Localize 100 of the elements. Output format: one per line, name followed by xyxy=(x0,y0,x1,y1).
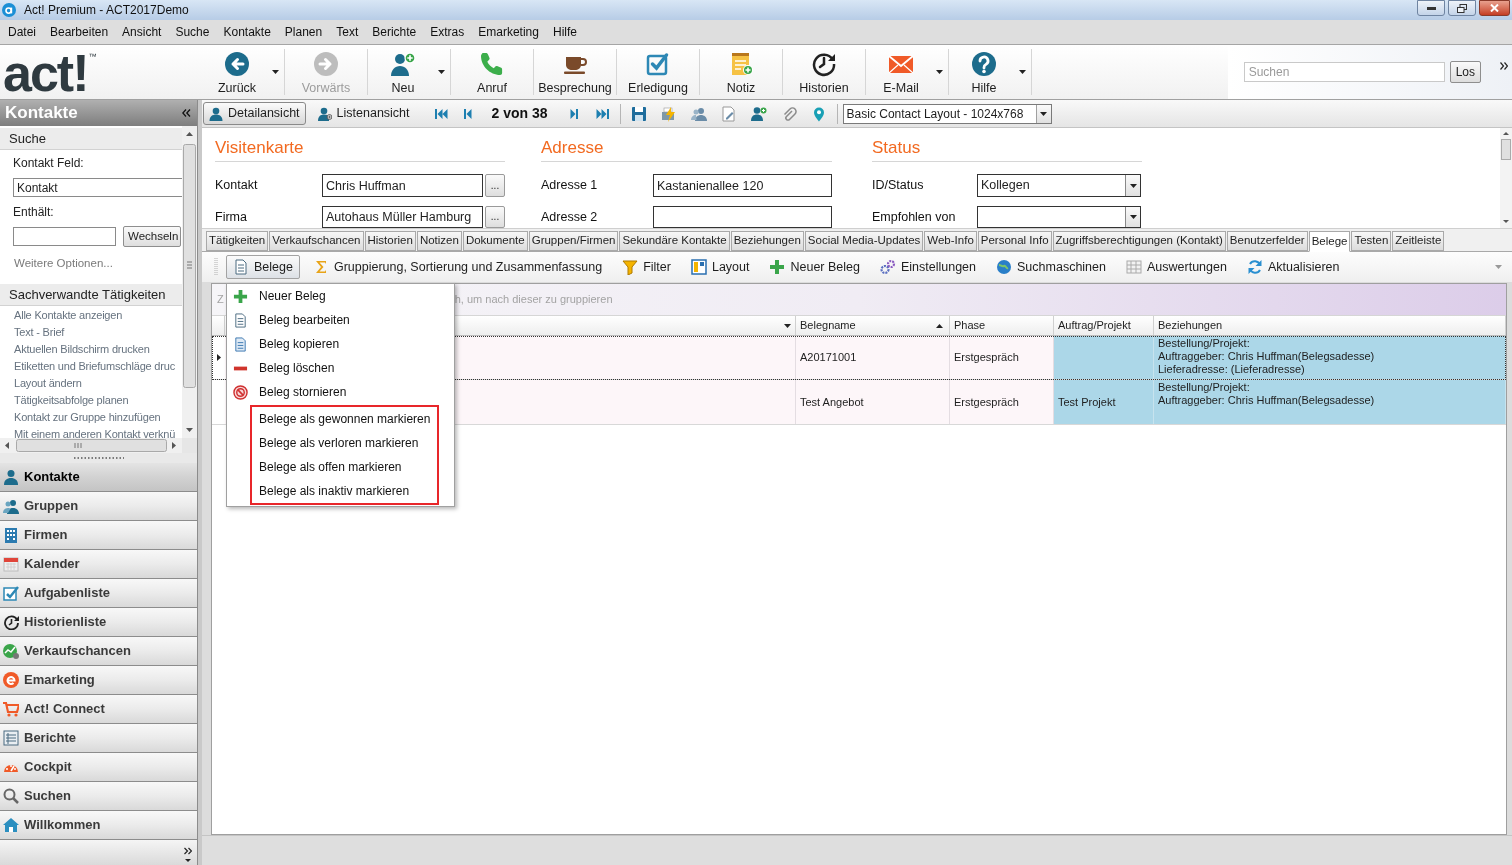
input-field[interactable]: Kontakt xyxy=(13,178,182,197)
menu-item[interactable]: Neuer Beleg xyxy=(227,284,454,308)
menu-item[interactable]: Kontakte xyxy=(216,20,278,44)
menu-item[interactable]: Suche xyxy=(168,20,217,44)
tab[interactable]: Historien xyxy=(364,231,416,251)
text-field[interactable]: Kastanienallee 120 xyxy=(653,174,832,197)
menu-item[interactable]: Belege als verloren markieren xyxy=(252,431,423,455)
menu-item[interactable]: Text xyxy=(329,20,366,44)
toolbar-button[interactable]: Notiz xyxy=(700,49,782,95)
toolbar-button[interactable]: Einstellungen xyxy=(872,255,984,279)
menu-item[interactable]: Berichte xyxy=(365,20,424,44)
search-field[interactable]: Suchen xyxy=(1243,62,1445,82)
lightning-icon[interactable] xyxy=(660,105,677,122)
tab[interactable]: Web-Info xyxy=(924,231,977,251)
text-field[interactable]: Chris Huffman xyxy=(322,174,483,197)
tab[interactable]: Personal Info xyxy=(977,231,1052,251)
nav-button[interactable]: Berichte xyxy=(0,724,197,753)
column-header[interactable]: Beziehungen xyxy=(1154,316,1506,335)
person-plus-icon[interactable] xyxy=(750,105,767,122)
nav-button[interactable]: Cockpit xyxy=(0,753,197,782)
first-record-icon[interactable] xyxy=(433,107,448,120)
toolbar-button[interactable]: E-Mail xyxy=(866,49,936,95)
nav-button[interactable]: Kalender xyxy=(0,550,197,579)
menu-item[interactable]: Hilfe xyxy=(545,20,584,44)
minimize-button[interactable] xyxy=(1417,0,1445,16)
tab[interactable]: Testen xyxy=(1351,231,1392,251)
task-link[interactable]: Layout ändern xyxy=(14,375,82,392)
menu-item[interactable]: Planen xyxy=(277,20,330,44)
dropdown-field[interactable] xyxy=(977,206,1141,228)
view-tab[interactable]: Detailansicht xyxy=(203,102,306,125)
tab[interactable]: Tätigkeiten xyxy=(206,231,269,251)
tab[interactable]: Notizen xyxy=(416,231,462,251)
layout-dropdown[interactable]: Basic Contact Layout - 1024x768 xyxy=(842,103,1052,124)
tab[interactable]: Gruppen/Firmen xyxy=(528,231,619,251)
switch-button[interactable]: Wechseln xyxy=(123,226,181,247)
nav-button[interactable]: Act! Connect xyxy=(0,695,197,724)
grip-handle[interactable] xyxy=(214,258,218,276)
toolbar-button[interactable]: Layout xyxy=(683,255,757,279)
toolbar-button[interactable]: Neu xyxy=(368,49,438,95)
toolbar-button[interactable]: Aktualisieren xyxy=(1239,255,1347,279)
grip-handle[interactable] xyxy=(73,457,124,459)
options-link[interactable]: Weitere Optionen... xyxy=(14,256,182,270)
text-field[interactable]: Autohaus Müller Hamburg xyxy=(322,206,483,228)
column-header[interactable]: Belegname xyxy=(796,316,950,335)
menu-item[interactable]: Emarketing xyxy=(471,20,546,44)
input-field[interactable] xyxy=(13,227,116,246)
menu-item[interactable]: Beleg bearbeiten xyxy=(227,308,454,332)
toolbar-button[interactable]: Anruf xyxy=(451,49,533,95)
nav-button[interactable]: Suchen xyxy=(0,782,197,811)
document-edit-icon[interactable] xyxy=(720,105,737,122)
toolbar-button[interactable]: Belege xyxy=(226,255,300,279)
nav-button[interactable]: Verkaufschancen xyxy=(0,637,197,666)
tab[interactable]: Sekundäre Kontakte xyxy=(619,231,730,251)
save-icon[interactable] xyxy=(630,105,647,122)
task-link[interactable]: Aktuellen Bildschirm drucken xyxy=(14,341,150,358)
tab[interactable]: Zugriffsberechtigungen (Kontakt) xyxy=(1052,231,1226,251)
toolbar-button[interactable]: Historien xyxy=(783,49,865,95)
dropdown-field[interactable]: Kollegen xyxy=(977,174,1141,197)
close-button[interactable] xyxy=(1479,0,1510,16)
menu-item[interactable]: Ansicht xyxy=(115,20,169,44)
view-tab[interactable]: Listenansicht xyxy=(311,102,416,125)
search-button[interactable]: Los xyxy=(1449,61,1481,83)
people-icon[interactable] xyxy=(690,105,707,122)
restore-button[interactable] xyxy=(1448,0,1476,16)
toolbar-button[interactable]: Zurück xyxy=(202,49,272,95)
toolbar-button[interactable]: Hilfe xyxy=(949,49,1019,95)
task-link[interactable]: Mit einem anderen Kontakt verknü xyxy=(14,426,176,438)
column-header[interactable]: Phase xyxy=(950,316,1054,335)
tab[interactable]: Beziehungen xyxy=(730,231,804,251)
next-record-icon[interactable] xyxy=(569,107,580,120)
lookup-button[interactable]: ... xyxy=(485,174,505,197)
nav-button[interactable]: Willkommen xyxy=(0,811,197,840)
menu-item[interactable]: Beleg löschen xyxy=(227,356,454,380)
menu-item[interactable]: Belege als offen markieren xyxy=(252,455,406,479)
toolbar-button[interactable]: Gruppierung, Sortierung und Zusammenfassung xyxy=(305,255,610,279)
task-link[interactable]: Tätigkeitsabfolge planen xyxy=(14,392,129,409)
toolbar-button[interactable]: Filter xyxy=(615,255,678,279)
previous-record-icon[interactable] xyxy=(461,107,472,120)
toolbar-button[interactable]: Besprechung xyxy=(534,49,616,95)
nav-button[interactable]: Gruppen xyxy=(0,492,197,521)
text-field[interactable] xyxy=(653,206,832,228)
last-record-icon[interactable] xyxy=(595,107,610,120)
menu-item[interactable]: Beleg stornieren xyxy=(227,380,454,404)
toolbar-button[interactable]: Neuer Beleg xyxy=(762,255,867,279)
menu-item[interactable]: Datei xyxy=(1,20,43,44)
lookup-button[interactable]: ... xyxy=(485,206,505,228)
menu-item[interactable]: Beleg kopieren xyxy=(227,332,454,356)
task-link[interactable]: Etiketten und Briefumschläge druc xyxy=(14,358,175,375)
tab[interactable]: Verkaufschancen xyxy=(269,231,364,251)
menu-item[interactable]: Bearbeiten xyxy=(43,20,116,44)
nav-button[interactable]: Firmen xyxy=(0,521,197,550)
toolbar-button[interactable]: Suchmaschinen xyxy=(989,255,1113,279)
tab[interactable]: Social Media-Updates xyxy=(804,231,924,251)
nav-button[interactable]: Kontakte xyxy=(0,463,197,492)
nav-button[interactable]: Aufgabenliste xyxy=(0,579,197,608)
caret-icon[interactable] xyxy=(438,70,445,74)
more-chevrons-icon[interactable] xyxy=(1500,62,1508,70)
task-link[interactable]: Alle Kontakte anzeigen xyxy=(14,307,123,324)
caret-icon[interactable] xyxy=(1019,70,1026,74)
nav-button[interactable]: Historienliste xyxy=(0,608,197,637)
